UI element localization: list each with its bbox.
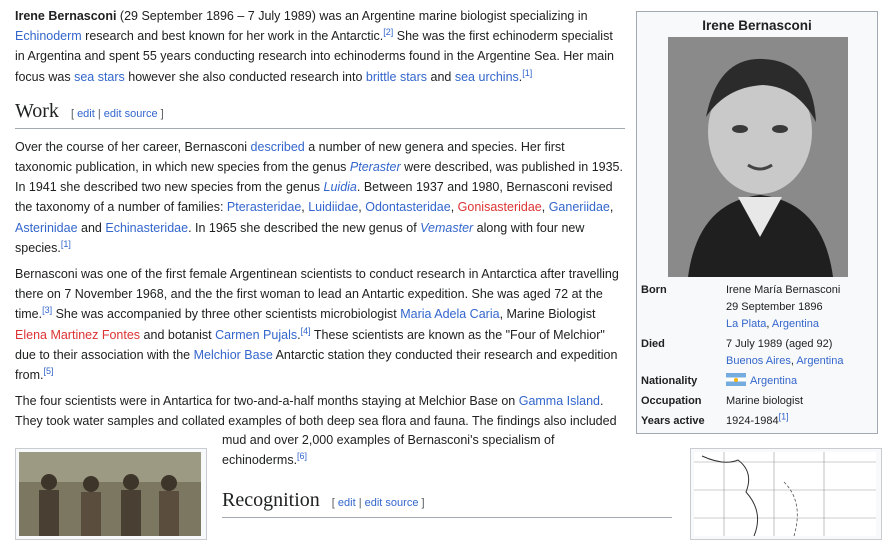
link-sea-urchins[interactable]: sea urchins	[455, 70, 519, 84]
portrait-placeholder-icon	[668, 37, 848, 277]
link-gonisasteridae[interactable]: Gonisasteridae	[458, 200, 542, 214]
ref-1[interactable]: [1]	[61, 239, 71, 249]
map-placeholder-icon	[694, 452, 876, 536]
edit-section-links: [ edit | edit source ]	[331, 497, 425, 509]
link-luidia[interactable]: Luidia	[324, 180, 357, 194]
link-luidiidae[interactable]: Luidiidae	[308, 200, 358, 214]
link-pterasteridae[interactable]: Pterasteridae	[227, 200, 301, 214]
ref-1[interactable]: [1]	[779, 411, 789, 421]
work-paragraph-2: Bernasconi was one of the first female A…	[15, 267, 619, 383]
link-brittle-stars[interactable]: brittle stars	[366, 70, 427, 84]
ref-3[interactable]: [3]	[42, 305, 52, 315]
link-ganeriidae[interactable]: Ganeriidae	[549, 200, 610, 214]
link-vemaster[interactable]: Vemaster	[420, 221, 473, 235]
edit-section-links: [ edit | edit source ]	[70, 107, 164, 120]
link-maria-adela-caria[interactable]: Maria Adela Caria	[400, 307, 499, 321]
expedition-photo-thumbnail[interactable]	[15, 448, 207, 540]
ref-2[interactable]: [2]	[383, 27, 393, 37]
infobox-title: Irene Bernasconi	[702, 18, 812, 33]
link-nationality[interactable]: Argentina	[750, 375, 797, 387]
link-melchior-base[interactable]: Melchior Base	[194, 348, 273, 362]
expedition-photo[interactable]	[19, 452, 201, 536]
work-paragraph-3-continued: mud and over 2,000 examples of Bernascon…	[222, 433, 555, 468]
link-echinoderm[interactable]: Echinoderm	[15, 29, 82, 43]
link-carmen-pujals[interactable]: Carmen Pujals	[215, 328, 297, 342]
link-argentina[interactable]: Argentina	[796, 355, 843, 367]
link-described[interactable]: described	[251, 140, 305, 154]
link-asterinidae[interactable]: Asterinidae	[15, 221, 78, 235]
link-elena-martinez-fontes[interactable]: Elena Martinez Fontes	[15, 328, 140, 342]
link-echinasteridae[interactable]: Echinasteridae	[105, 221, 188, 235]
argentina-flag-icon	[726, 373, 746, 386]
edit-link[interactable]: edit	[338, 497, 356, 509]
map-thumbnail[interactable]	[690, 448, 882, 540]
ref-1[interactable]: [1]	[522, 67, 532, 77]
article-body: Irene Bernasconi (29 September 1896 – 7 …	[15, 6, 625, 438]
edit-source-link[interactable]: edit source	[365, 497, 419, 509]
work-paragraph-3: The four scientists were in Antartica fo…	[15, 394, 617, 429]
edit-link[interactable]: edit	[77, 108, 95, 120]
portrait-photo[interactable]	[668, 37, 848, 277]
link-gamma-island[interactable]: Gamma Island	[519, 394, 600, 408]
link-sea-stars[interactable]: sea stars	[74, 70, 125, 84]
infobox: Irene Bernasconi Born Irene María Bernas…	[636, 11, 878, 434]
ref-4[interactable]: [4]	[301, 325, 311, 335]
link-argentina[interactable]: Argentina	[772, 318, 819, 330]
section-heading-work: Work[ edit | edit source ]	[15, 95, 625, 129]
link-pteraster[interactable]: Pteraster	[350, 160, 401, 174]
photo-placeholder-icon	[19, 452, 201, 536]
work-paragraph-1: Over the course of her career, Bernascon…	[15, 139, 623, 255]
link-odontasteridae[interactable]: Odontasteridae	[365, 200, 450, 214]
section-heading-recognition: Recognition[ edit | edit source ]	[222, 486, 672, 518]
subject-name: Irene Bernasconi	[15, 9, 117, 23]
antarctic-map[interactable]	[694, 452, 876, 536]
edit-source-link[interactable]: edit source	[104, 108, 158, 120]
ref-5[interactable]: [5]	[43, 366, 53, 376]
intro-paragraph: Irene Bernasconi (29 September 1896 – 7 …	[15, 9, 614, 84]
link-la-plata[interactable]: La Plata	[726, 318, 766, 330]
ref-6[interactable]: [6]	[297, 451, 307, 461]
link-buenos-aires[interactable]: Buenos Aires	[726, 355, 791, 367]
